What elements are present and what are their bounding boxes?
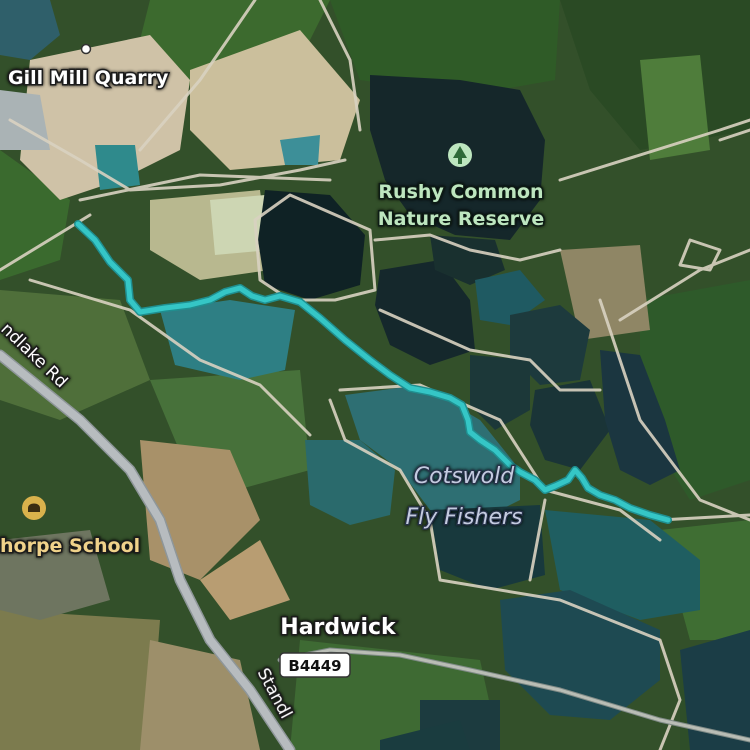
reserve-marker[interactable] [448,143,472,167]
school-label: horpe School [0,535,140,557]
school-icon [28,503,40,512]
quarry-label: Gill Mill Quarry [8,67,169,89]
fishers-label-line2: Fly Fishers [406,505,523,530]
quarry-marker[interactable] [80,43,92,55]
reserve-label-line2: Nature Reserve [378,208,545,230]
lake [280,135,320,165]
road-sign-b4449: B4449 [279,652,351,678]
place-dot-icon [80,43,92,55]
village-label: Hardwick [280,615,397,640]
satellite-map[interactable]: Gill Mill Quarry Rushy Common Nature Res… [0,0,750,750]
school-marker[interactable] [22,496,46,520]
road-sign-label: B4449 [288,657,341,675]
fishers-label-line1: Cotswold [414,464,515,489]
field [0,610,160,750]
reserve-label-line1: Rushy Common [378,181,543,203]
